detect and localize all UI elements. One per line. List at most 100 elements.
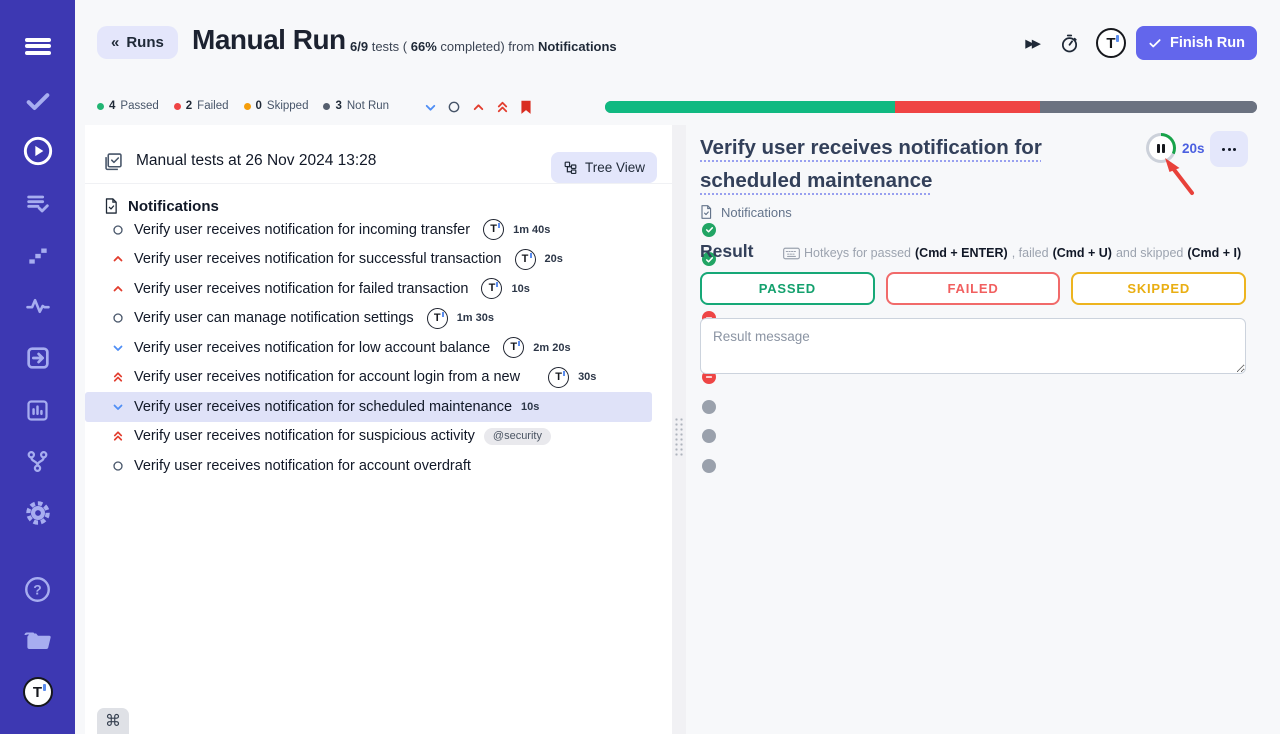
automation-logo-icon: T [503, 337, 524, 358]
test-row[interactable]: Verify user receives notification for in… [85, 215, 652, 245]
resize-grip-icon[interactable] [674, 417, 684, 457]
mark-passed-button[interactable]: PASSED [700, 272, 875, 305]
verdict-buttons: PASSED FAILED SKIPPED [700, 272, 1246, 305]
automation-logo-icon: T [483, 219, 504, 240]
run-progress-subtitle: 6/9 tests ( 66% completed) from Notifica… [350, 39, 617, 54]
branch-icon[interactable] [0, 444, 75, 478]
duration-label: 1m 30s [457, 312, 494, 324]
automation-logo-icon: T [427, 308, 448, 329]
test-row[interactable]: Verify user receives notification for lo… [85, 333, 652, 363]
legend-notrun: 3Not Run [323, 100, 389, 112]
app-sidebar: ? T [0, 0, 75, 734]
suite-header[interactable]: Notifications [103, 197, 219, 215]
automation-logo-icon: T [481, 278, 502, 299]
test-row[interactable]: Verify user can manage notification sett… [85, 304, 652, 334]
more-options-button[interactable] [1210, 131, 1248, 167]
progress-notrun-segment [1040, 101, 1257, 113]
back-to-runs-label: Runs [126, 34, 164, 51]
page-title: Manual Run [192, 24, 346, 56]
test-row-selected[interactable]: Verify user receives notification for sc… [85, 392, 652, 422]
command-shortcuts-button[interactable]: ⌘ [97, 708, 129, 734]
check-icon [1148, 36, 1162, 50]
detail-breadcrumb[interactable]: Notifications [699, 204, 792, 220]
priority-normal-icon [111, 224, 125, 236]
priority-high-icon [111, 283, 125, 295]
legend-passed: 4Passed [97, 100, 159, 112]
automation-logo-icon: T [548, 367, 569, 388]
suite-file-icon [699, 204, 713, 220]
panel-resize-divider[interactable] [672, 125, 686, 734]
run-title: Manual tests at 26 Nov 2024 13:28 [136, 152, 376, 170]
priority-normal-icon[interactable] [447, 99, 461, 115]
priority-high-icon[interactable] [471, 99, 485, 115]
source-suite-name: Notifications [538, 39, 617, 54]
test-detail-title[interactable]: Verify user receives notification for sc… [700, 131, 1080, 197]
test-tree-panel: Manual tests at 26 Nov 2024 13:28 Tree V… [85, 125, 672, 734]
back-to-runs-button[interactable]: « Runs [97, 26, 178, 59]
runs-play-icon[interactable] [0, 134, 75, 168]
import-icon[interactable] [0, 341, 75, 375]
settings-gear-icon[interactable] [0, 496, 75, 530]
pulse-icon[interactable] [0, 289, 75, 323]
completed-percent: 66% [411, 39, 437, 54]
mark-skipped-button[interactable]: SKIPPED [1071, 272, 1246, 305]
test-list: Verify user receives notification for in… [85, 215, 652, 481]
suite-file-icon [103, 197, 119, 215]
back-chevrons-icon: « [111, 34, 119, 51]
hamburger-menu-icon[interactable] [0, 29, 75, 63]
stopwatch-icon[interactable] [1058, 32, 1080, 54]
priority-blocker-bookmark-icon[interactable] [519, 99, 533, 115]
progress-passed-segment [605, 101, 895, 113]
duration-label: 30s [578, 371, 596, 383]
failed-dot-icon [174, 103, 181, 110]
test-row[interactable]: Verify user receives notification for ac… [85, 363, 652, 393]
steps-icon[interactable] [0, 238, 75, 272]
priority-critical-icon [111, 370, 125, 384]
mark-failed-button[interactable]: FAILED [886, 272, 1061, 305]
result-heading: Result [700, 241, 753, 262]
test-row[interactable]: Verify user receives notification for su… [85, 422, 652, 452]
priority-filter-bar [423, 99, 533, 115]
priority-high-icon [111, 253, 125, 265]
tests-count: 6/9 [350, 39, 368, 54]
projects-folder-icon[interactable] [0, 624, 75, 658]
test-plans-icon[interactable] [0, 187, 75, 221]
tests-check-icon[interactable] [0, 84, 75, 118]
duration-label: 10s [521, 401, 539, 413]
priority-critical-icon[interactable] [495, 99, 509, 115]
progress-failed-segment [895, 101, 1040, 113]
legend-skipped: 0Skipped [244, 100, 309, 112]
app-logo[interactable]: T [0, 675, 75, 709]
finish-run-button[interactable]: Finish Run [1136, 26, 1257, 60]
passed-dot-icon [97, 103, 104, 110]
duration-label: 10s [511, 283, 529, 295]
annotation-arrow-icon [1158, 155, 1202, 197]
automation-logo-icon: T [515, 249, 536, 270]
suite-name: Notifications [128, 198, 219, 215]
status-notrun-icon [702, 459, 716, 473]
priority-low-icon [111, 342, 125, 354]
keyboard-icon [783, 247, 800, 260]
tag-badge[interactable]: @security [484, 428, 551, 445]
priority-critical-icon [111, 429, 125, 443]
svg-text:?: ? [33, 581, 41, 597]
run-title-row: Manual tests at 26 Nov 2024 13:28 Tree V… [85, 139, 672, 184]
duration-label: 2m 20s [533, 342, 570, 354]
tree-view-button[interactable]: Tree View [551, 152, 657, 183]
status-legend: 4Passed 2Failed 0Skipped 3Not Run [97, 100, 389, 112]
status-notrun-icon [702, 429, 716, 443]
result-message-input[interactable] [700, 318, 1246, 374]
help-icon[interactable]: ? [0, 572, 75, 606]
test-row[interactable]: Verify user receives notification for fa… [85, 274, 652, 304]
fast-forward-icon[interactable]: ▶▶ [1021, 32, 1043, 54]
status-passed-icon [702, 223, 716, 237]
analytics-icon[interactable] [0, 393, 75, 427]
header-logo[interactable]: T [1096, 28, 1126, 58]
test-row[interactable]: Verify user receives notification for su… [85, 245, 652, 275]
test-row[interactable]: Verify user receives notification for ac… [85, 451, 652, 481]
duration-label: 20s [545, 253, 563, 265]
hotkeys-hint: Hotkeys for passed(Cmd + ENTER) , failed… [783, 246, 1241, 260]
run-checklist-icon [103, 151, 124, 172]
priority-low-icon [111, 401, 125, 413]
priority-low-icon[interactable] [423, 99, 437, 115]
